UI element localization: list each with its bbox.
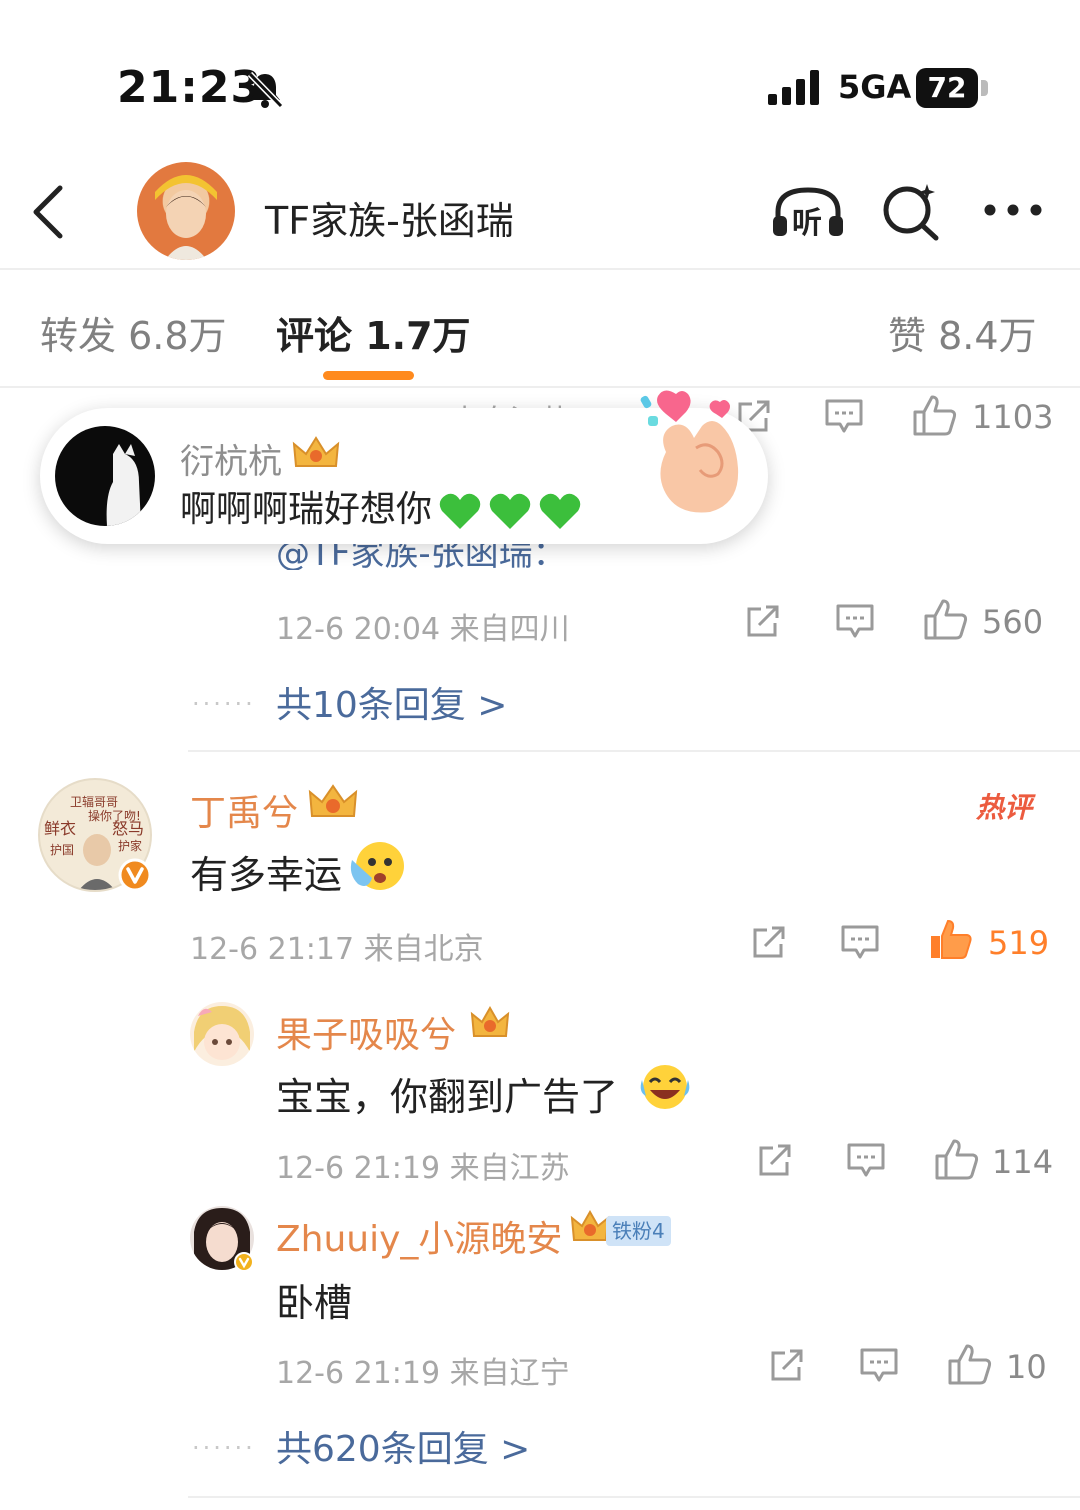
crown-icon — [308, 784, 358, 817]
comment-username[interactable]: 丁禹兮 — [190, 784, 298, 836]
comment-icon[interactable] — [846, 1142, 886, 1178]
crown-icon — [470, 1006, 510, 1037]
svg-text:卫辐哥哥: 卫辐哥哥 — [70, 794, 118, 809]
reply-username[interactable]: 果子吸吸兮 — [276, 1006, 456, 1058]
crown-icon — [292, 436, 340, 467]
comment-meta: 12-6 20:04 来自四川 — [276, 612, 570, 647]
bell-slash-icon — [247, 71, 284, 109]
share-icon[interactable] — [769, 1347, 805, 1383]
green-heart-icon — [539, 493, 581, 529]
search-icon[interactable] — [880, 180, 942, 242]
like-icon[interactable] — [948, 1343, 992, 1385]
battery-tip — [981, 80, 988, 96]
comment-icon[interactable] — [859, 1347, 899, 1383]
reply-text: 卧槽 — [276, 1281, 353, 1325]
reply-text: 宝宝，你翻到广告了 — [276, 1075, 619, 1119]
like-count: 560 — [982, 603, 1044, 641]
svg-text:怒马: 怒马 — [112, 819, 144, 838]
like-count: 10 — [1006, 1348, 1047, 1386]
reply-username[interactable]: Zhuuiy_小源晚安 — [276, 1210, 562, 1262]
green-heart-icon — [439, 493, 481, 529]
share-icon[interactable] — [745, 603, 781, 639]
comment-text: 有多幸运 — [190, 853, 343, 897]
comment-icon[interactable] — [824, 398, 864, 434]
svg-text:护国: 护国 — [50, 843, 74, 857]
page-title: TF家族-张函瑞 — [265, 199, 514, 243]
popup-username[interactable]: 衍杭杭 — [180, 434, 282, 483]
like-icon[interactable] — [935, 1138, 979, 1180]
reply-dots: ······ — [192, 1434, 256, 1462]
ellipsis-icon[interactable] — [982, 200, 1044, 220]
partial-mention[interactable]: @TF家族-张函瑞： — [276, 540, 567, 570]
popup-comment: 啊啊啊瑞好想你 — [180, 489, 433, 530]
header-divider — [0, 268, 1080, 270]
comment-icon[interactable] — [840, 924, 880, 960]
verified-v-icon — [118, 858, 152, 892]
svg-text:护家: 护家 — [118, 838, 142, 853]
liked-thumb-icon[interactable] — [929, 918, 973, 960]
green-heart-icon — [489, 493, 531, 529]
popup-text: 啊啊啊瑞好想你 — [180, 480, 582, 532]
like-count: 1103 — [972, 398, 1054, 436]
tab-comments[interactable]: 评论 1.7万 — [276, 305, 471, 360]
comment-icon[interactable] — [835, 603, 875, 639]
thread-divider — [188, 1496, 1080, 1498]
active-tab-indicator — [323, 371, 414, 380]
blogger-avatar[interactable] — [137, 162, 235, 260]
status-time: 21:23 — [117, 62, 263, 113]
like-icon[interactable] — [913, 394, 957, 436]
hot-comment-badge: 热评 — [976, 791, 1033, 824]
like-icon[interactable] — [924, 598, 968, 640]
reply-meta: 12-6 21:19 来自江苏 — [276, 1151, 570, 1186]
reply-dots: ······ — [192, 690, 256, 718]
reply-meta: 12-6 21:19 来自辽宁 — [276, 1356, 570, 1391]
share-icon[interactable] — [757, 1142, 793, 1178]
thread-divider — [188, 750, 1080, 752]
like-count: 519 — [988, 924, 1050, 962]
more-replies-link[interactable]: 共10条回复 > — [276, 676, 507, 728]
tab-repost[interactable]: 转发 6.8万 — [40, 305, 227, 360]
fan-level-badge: 铁粉4 — [606, 1216, 671, 1246]
comment-meta: 12-6 21:17 来自北京 — [190, 932, 484, 967]
battery-level: 72 — [916, 68, 978, 108]
crown-icon — [570, 1210, 610, 1241]
listen-label: 听 — [792, 206, 822, 241]
popup-avatar — [55, 426, 155, 526]
more-replies-link[interactable]: 共620条回复 > — [276, 1420, 530, 1472]
network-type: 5GA — [838, 68, 912, 106]
signal-icon — [768, 70, 819, 105]
laugh-cry-emoji-icon — [640, 1065, 690, 1109]
verified-badge-icon — [234, 1252, 254, 1272]
emoji-icon — [350, 842, 404, 890]
svg-text:鲜衣: 鲜衣 — [44, 819, 76, 838]
finger-heart-icon — [640, 390, 739, 513]
back-button[interactable] — [30, 184, 70, 240]
like-count: 114 — [992, 1143, 1054, 1181]
tab-likes[interactable]: 赞 8.4万 — [888, 305, 1037, 360]
partial-mention-clip: @TF家族-张函瑞： — [0, 540, 1080, 570]
share-icon[interactable] — [751, 924, 787, 960]
reply-avatar[interactable] — [190, 1002, 254, 1066]
